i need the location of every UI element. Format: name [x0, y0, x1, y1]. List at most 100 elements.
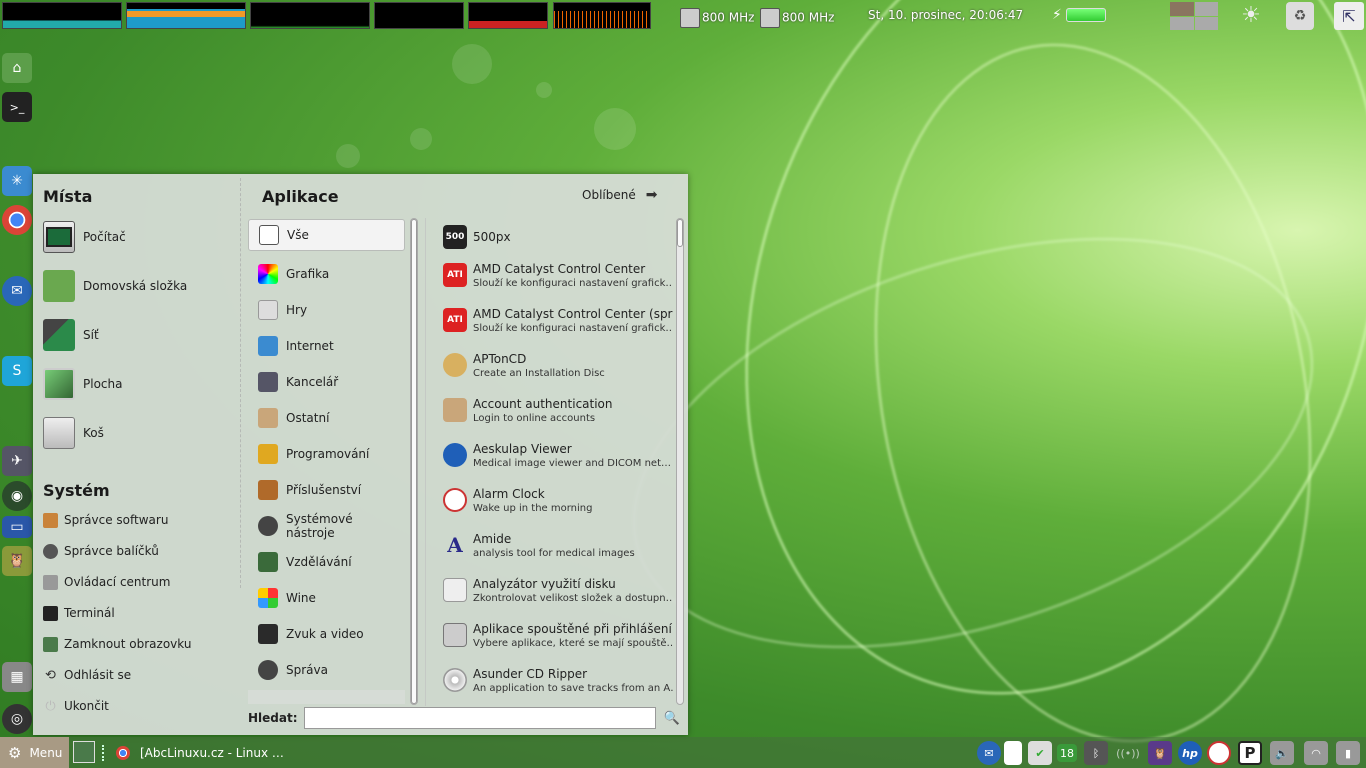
favorites-button[interactable]: Oblíbené ➡ — [582, 187, 657, 203]
trash-icon — [43, 417, 75, 449]
column-divider — [240, 178, 241, 588]
camera-icon[interactable]: ◎ — [2, 704, 32, 734]
search-input[interactable] — [303, 707, 656, 729]
network-icon[interactable]: ✳ — [2, 166, 32, 196]
calculator-icon[interactable]: ▦ — [2, 662, 32, 692]
account-authentication-icon — [443, 398, 467, 422]
network-icon — [43, 319, 75, 351]
place-desktop[interactable]: Plocha — [43, 365, 122, 403]
app-item[interactable]: A Amide analysis tool for medical images — [441, 523, 673, 567]
logout-icon: ⟲ — [45, 667, 56, 683]
battery-icon[interactable]: ▮ — [1336, 741, 1360, 765]
cpu-freq-2[interactable]: 800 MHz — [760, 8, 834, 28]
app-item[interactable]: Analyzátor využití disku Zkontrolovat vel… — [441, 568, 673, 612]
app-item[interactable]: APTonCD Create an Installation Disc — [441, 343, 673, 387]
system-logout[interactable]: ⟲ Odhlásit se — [43, 665, 131, 685]
cpu-load-graph[interactable] — [2, 2, 122, 29]
bluetooth-icon[interactable]: ᛒ — [1084, 741, 1108, 765]
thunderbird-icon[interactable]: ✉ — [2, 276, 32, 306]
clock[interactable]: St, 10. prosinec, 20:06:47 — [868, 8, 1023, 22]
chrome-icon[interactable] — [2, 205, 32, 235]
place-computer[interactable]: Počítač — [43, 218, 126, 256]
category-office[interactable]: Kancelář — [248, 366, 405, 398]
router-icon[interactable]: ▭ — [2, 516, 32, 538]
battery-icon[interactable]: ⚡ — [1052, 6, 1110, 24]
place-trash[interactable]: Koš — [43, 414, 104, 452]
categories-clip — [248, 690, 405, 704]
category-accessories[interactable]: Příslušenství — [248, 474, 405, 506]
update-badge-icon[interactable]: 18 — [1057, 744, 1077, 762]
wireless-signal-icon[interactable]: ((•)) — [1116, 741, 1140, 765]
category-all[interactable]: Vše — [248, 219, 405, 251]
system-package-manager[interactable]: Správce balíčků — [43, 541, 159, 561]
bottom-panel: ⚙ Menu [AbcLinuxu.cz - Linux … ✉ ✔ 18 ᛒ … — [0, 737, 1366, 768]
globe-icon[interactable]: ◉ — [2, 481, 32, 511]
app-item[interactable]: Asunder CD Ripper An application to save … — [441, 658, 673, 702]
system-lock-screen[interactable]: Zamknout obrazovku — [43, 634, 191, 654]
swap-graph[interactable] — [374, 2, 464, 29]
workspace-switcher-icon[interactable] — [1170, 2, 1218, 30]
alarm-clock-icon[interactable] — [1207, 741, 1231, 765]
app-item[interactable]: Account authentication Login to online ac… — [441, 388, 673, 432]
disk-graph[interactable] — [468, 2, 548, 29]
categories-scrollbar-thumb[interactable] — [411, 219, 417, 704]
system-terminal[interactable]: Terminál — [43, 603, 115, 623]
shield-icon[interactable]: ✔ — [1028, 741, 1052, 765]
place-network[interactable]: Síť — [43, 316, 99, 354]
network-graph[interactable] — [250, 2, 370, 29]
app-item[interactable]: Alarm Clock Wake up in the morning — [441, 478, 673, 522]
category-administration[interactable]: Správa — [248, 654, 405, 686]
show-desktop-icon[interactable]: ⇱ — [1334, 2, 1364, 30]
owl-icon[interactable]: 🦉 — [2, 546, 32, 576]
search-icon[interactable]: 🔍 — [663, 710, 679, 726]
category-sound-video[interactable]: Zvuk a video — [248, 618, 405, 650]
500px-icon: 500 — [443, 225, 467, 249]
arrow-right-icon: ➡ — [645, 187, 658, 203]
category-wine[interactable]: Wine — [248, 582, 405, 614]
category-education[interactable]: Vzdělávání — [248, 546, 405, 578]
category-graphics[interactable]: Grafika — [248, 258, 405, 290]
app-item[interactable]: Aplikace spouštěné při přihlášení Vybere … — [441, 613, 673, 657]
applications-scrollbar[interactable] — [676, 218, 684, 705]
satellite-icon[interactable]: ✈ — [2, 446, 32, 476]
load-average-graph[interactable] — [553, 2, 651, 29]
category-other[interactable]: Ostatní — [248, 402, 405, 434]
wifi-icon[interactable]: ◠ — [1304, 741, 1328, 765]
cpu-freq-1[interactable]: 800 MHz — [680, 8, 754, 28]
accessories-icon — [258, 480, 278, 500]
cd-ripper-icon — [443, 668, 467, 692]
volume-icon[interactable]: 🔈 — [1270, 741, 1294, 765]
terminal-icon[interactable]: >_ — [2, 92, 32, 122]
app-item[interactable]: Aeskulap Viewer Medical image viewer and … — [441, 433, 673, 477]
owl-icon[interactable]: 🦉 — [1148, 741, 1172, 765]
system-shutdown[interactable]: ⏻ Ukončit — [43, 696, 109, 716]
system-title: Systém — [43, 481, 110, 500]
system-software-manager[interactable]: Správce softwaru — [43, 510, 168, 530]
trash-icon[interactable]: ♻ — [1286, 2, 1314, 30]
system-control-center[interactable]: Ovládací centrum — [43, 572, 170, 592]
memory-graph[interactable] — [126, 2, 246, 29]
applications-scrollbar-thumb[interactable] — [677, 219, 683, 247]
search-label: Hledat: — [248, 711, 298, 725]
category-system-tools[interactable]: Systémové nástroje — [248, 510, 405, 542]
place-home-folder[interactable]: Domovská složka — [43, 267, 187, 305]
app-item[interactable]: ATI AMD Catalyst Control Center Slouží ke… — [441, 253, 673, 297]
app-item[interactable]: ATI AMD Catalyst Control Center (spr… Slo… — [441, 298, 673, 342]
show-desktop-icon[interactable] — [73, 741, 95, 763]
category-games[interactable]: Hry — [248, 294, 405, 326]
file-icon[interactable] — [1004, 741, 1022, 765]
p-icon[interactable]: P — [1238, 741, 1262, 765]
taskbar-window[interactable]: [AbcLinuxu.cz - Linux … — [116, 740, 284, 766]
categories-scrollbar[interactable] — [410, 218, 418, 705]
hp-icon[interactable]: hp — [1178, 741, 1202, 765]
sound-video-icon — [258, 624, 278, 644]
category-programming[interactable]: Programování — [248, 438, 405, 470]
skype-icon[interactable]: S — [2, 356, 32, 386]
power-icon: ⏻ — [45, 698, 56, 714]
internet-icon — [258, 336, 278, 356]
thunderbird-icon[interactable]: ✉ — [977, 741, 1001, 765]
brightness-icon[interactable]: ☀ — [1238, 4, 1264, 28]
category-internet[interactable]: Internet — [248, 330, 405, 362]
menu-button[interactable]: ⚙ Menu — [0, 737, 69, 768]
home-folder-icon[interactable]: ⌂ — [2, 53, 32, 83]
